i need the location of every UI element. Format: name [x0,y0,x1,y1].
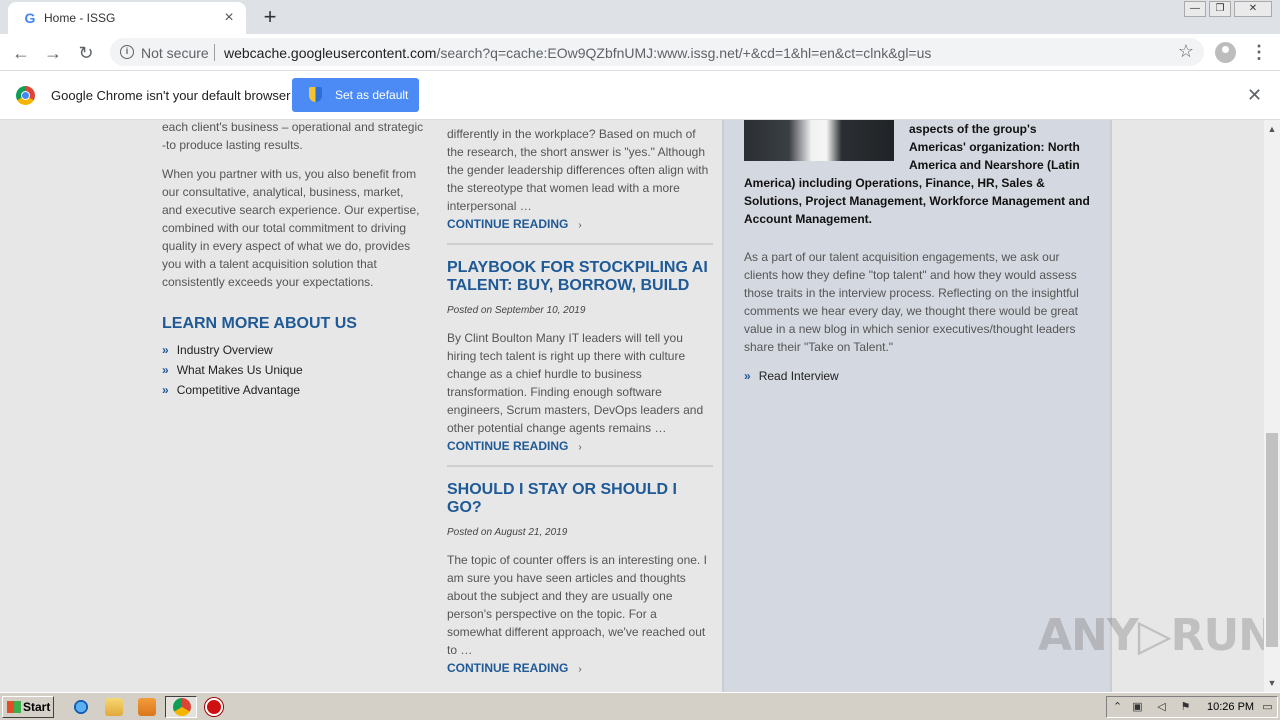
bio-rest: America) including Operations, Finance, … [744,176,1090,226]
continue-reading-link-3[interactable]: CONTINUE READING › [447,661,582,675]
forward-icon[interactable]: → [40,40,66,66]
windows-taskbar: Start ⌃ ▣ ◁ ⚑ 10:26 PM ▭ [0,692,1280,720]
continue-label: CONTINUE READING [447,439,569,453]
set-as-default-button[interactable]: Set as default [292,78,419,112]
post-2-date: Posted on September 10, 2019 [447,305,586,316]
read-interview-label: Read Interview [758,369,839,383]
bookmark-star-icon[interactable]: ☆ [1178,41,1194,62]
set-as-default-label: Set as default [335,88,409,102]
media-player-icon[interactable] [138,698,156,716]
start-button[interactable]: Start [2,696,54,718]
continue-label: CONTINUE READING [447,661,569,675]
post-3-snippet: The topic of counter offers is an intere… [447,553,707,657]
chrome-menu-icon[interactable]: ⋮ [1250,40,1268,64]
scroll-down-icon[interactable]: ▼ [1264,676,1280,690]
post-2-snippet: By Clint Boulton Many IT leaders will te… [447,331,704,435]
tab-close-icon[interactable]: × [220,9,238,27]
divider [447,243,713,245]
take-on-talent-text: As a part of our talent acquisition enga… [744,250,1079,354]
post-3-date: Posted on August 21, 2019 [447,527,568,538]
about-paragraph-1: each client's business – operational and… [162,120,424,152]
start-label: Start [23,700,51,714]
post-3-title[interactable]: SHOULD I STAY OR SHOULD I GO? [447,481,713,517]
link-label: What Makes Us Unique [176,363,303,377]
network-icon[interactable]: ▣ [1131,701,1144,714]
learn-more-heading: LEARN MORE ABOUT US [162,315,357,332]
back-icon[interactable]: ← [8,40,34,66]
windows-logo-icon [7,701,21,713]
chevron-icon: » [162,383,169,397]
infobar-message: Google Chrome isn't your default browser [51,88,291,103]
page-viewport: each client's business – operational and… [0,120,1264,692]
chrome-logo-icon [16,86,35,105]
link-what-makes-us-unique[interactable]: » What Makes Us Unique [162,363,303,377]
info-icon[interactable]: i [120,45,134,59]
internet-explorer-icon[interactable] [72,698,90,716]
tab-home-issg[interactable]: G Home - ISSG × [8,2,246,34]
link-competitive-advantage[interactable]: » Competitive Advantage [162,383,300,397]
folder-icon[interactable] [105,698,123,716]
continue-reading-link-1[interactable]: CONTINUE READING › [447,217,582,231]
read-interview-link[interactable]: » Read Interview [744,369,839,383]
arrow-icon: › [578,220,582,231]
chrome-icon [173,698,191,716]
default-browser-infobar: Google Chrome isn't your default browser… [0,71,1280,120]
chevron-icon: » [162,363,169,377]
url-text[interactable]: webcache.googleusercontent.com/search?q=… [224,45,931,61]
link-industry-overview[interactable]: » Industry Overview [162,343,273,357]
continue-label: CONTINUE READING [447,217,569,231]
executive-bio: aspects of the group's Americas' organiz… [744,120,1094,228]
google-favicon-icon: G [24,10,36,26]
divider [447,465,713,467]
anyrun-watermark: ANY▷RUN [1038,610,1264,661]
leadership-sidebar: aspects of the group's Americas' organiz… [722,120,1112,692]
security-label[interactable]: Not secure [141,45,209,61]
show-desktop-icon[interactable]: ▭ [1261,701,1274,714]
divider [214,44,215,61]
infobar-close-icon[interactable]: ✕ [1247,85,1262,106]
uac-shield-icon [309,87,322,102]
arrow-icon: › [578,664,582,675]
volume-icon[interactable]: ◁ [1155,701,1168,714]
browser-toolbar: ← → ↻ i Not secure webcache.googleuserco… [0,34,1280,71]
page-scrollbar[interactable]: ▲ ▼ [1264,120,1280,692]
link-label: Industry Overview [176,343,273,357]
system-tray: ⌃ ▣ ◁ ⚑ 10:26 PM ▭ [1106,696,1278,718]
scroll-up-icon[interactable]: ▲ [1264,122,1280,136]
arrow-icon: › [578,442,582,453]
show-hidden-icons-icon[interactable]: ⌃ [1111,701,1124,714]
link-label: Competitive Advantage [176,383,301,397]
restore-button[interactable]: ❐ [1209,1,1231,17]
taskbar-clock[interactable]: 10:26 PM [1207,701,1254,713]
new-tab-button[interactable]: + [258,5,282,29]
close-window-button[interactable]: ✕ [1234,1,1272,17]
scrollbar-thumb[interactable] [1266,433,1278,647]
post-2-title[interactable]: PLAYBOOK FOR STOCKPILING AI TALENT: BUY,… [447,259,713,295]
about-paragraph-2: When you partner with us, you also benef… [162,167,420,289]
reload-icon[interactable]: ↻ [73,40,99,66]
action-center-flag-icon[interactable]: ⚑ [1179,701,1192,714]
bio-line-1: aspects of the group's [909,122,1037,136]
taskbar-chrome-button[interactable] [165,696,197,718]
chevron-icon: » [162,343,169,357]
address-bar[interactable]: i Not secure webcache.googleusercontent.… [110,38,1204,66]
minimize-button[interactable]: — [1184,1,1206,17]
tab-strip: G Home - ISSG × + — ❐ ✕ [0,0,1280,34]
stop-icon[interactable] [205,698,223,716]
chevron-icon: » [744,369,751,383]
tab-title: Home - ISSG [44,11,116,25]
url-host: webcache.googleusercontent.com [224,45,437,61]
post-1-snippet: differently in the workplace? Based on m… [447,127,709,213]
bio-line-3: America and Nearshore (Latin [909,158,1080,172]
bio-line-2: Americas' organization: North [909,140,1080,154]
profile-avatar-icon[interactable] [1215,42,1236,63]
url-path: /search?q=cache:EOw9QZbfnUMJ:www.issg.ne… [436,45,932,61]
continue-reading-link-2[interactable]: CONTINUE READING › [447,439,582,453]
